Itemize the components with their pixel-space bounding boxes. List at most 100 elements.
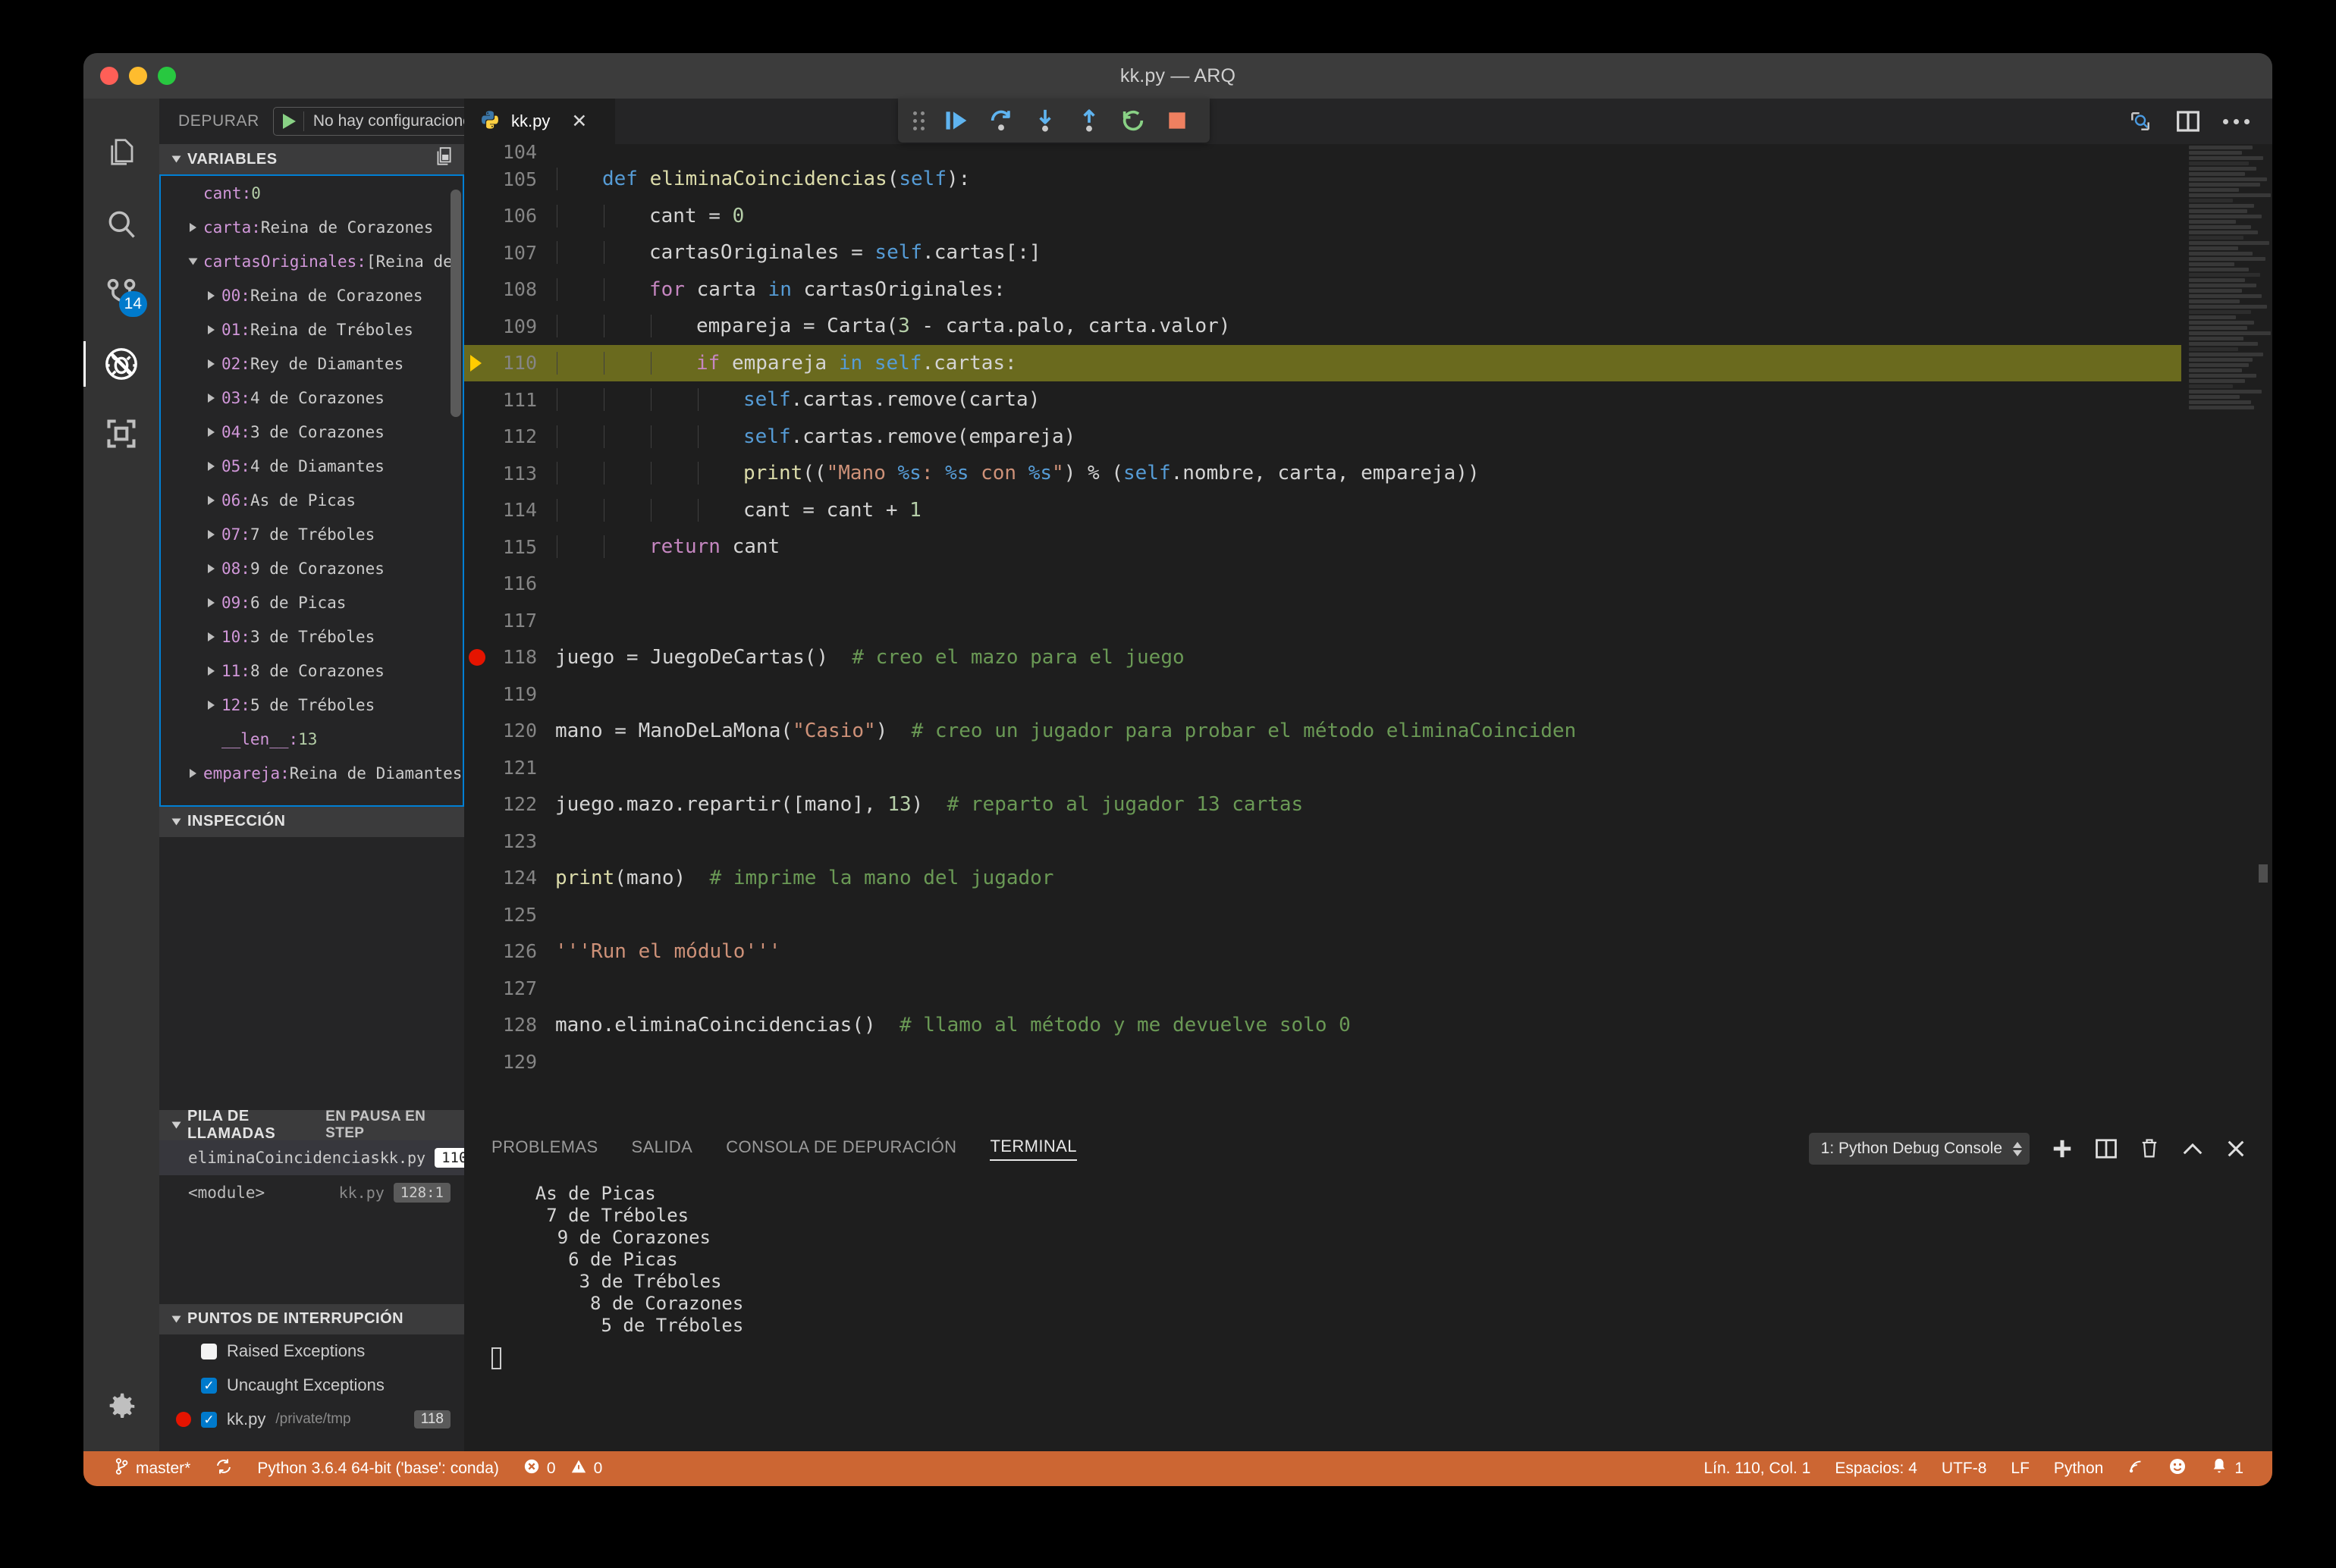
editor-tab-kk-py[interactable]: kk.py ✕ [464,99,616,144]
code-line[interactable]: 113 print(("Mano %s: %s con %s") % (self.… [464,455,2181,492]
activity-source-control[interactable]: 14 [83,259,159,329]
chevron-right-icon[interactable] [208,597,215,607]
code-line[interactable]: 115 return cant [464,528,2181,566]
play-icon[interactable] [282,114,296,129]
breakpoint-checkbox[interactable] [201,1343,217,1359]
trash-icon[interactable] [2139,1137,2160,1160]
activity-search[interactable] [83,190,159,259]
code-line[interactable]: 117 [464,602,2181,639]
breakpoint-row[interactable]: Raised Exceptions [159,1334,464,1369]
chevron-right-icon[interactable] [208,427,215,437]
variable-row[interactable]: 02: Rey de Diamantes [161,347,463,381]
status-feedback[interactable] [2156,1457,2199,1480]
activity-settings[interactable] [83,1381,159,1451]
variable-row[interactable]: 12: 5 de Tréboles [161,688,463,722]
variable-row[interactable]: 09: 6 de Picas [161,585,463,619]
variable-row[interactable]: 08: 9 de Corazones [161,551,463,585]
code-line[interactable]: 127 [464,970,2181,1007]
variable-row[interactable]: empareja: Reina de Diamantes [161,756,463,790]
breakpoints-section-header[interactable]: PUNTOS DE INTERRUPCIÓN [159,1303,464,1334]
panel-tab-problemas[interactable]: PROBLEMAS [491,1137,598,1160]
status-language[interactable]: Python [2042,1460,2115,1478]
chevron-right-icon[interactable] [190,222,196,232]
code-line[interactable]: 129 [464,1043,2181,1080]
plus-icon[interactable] [2051,1137,2074,1160]
code-line[interactable]: 106 cant = 0 [464,198,2181,235]
status-broadcast[interactable] [2115,1458,2156,1479]
variable-row[interactable]: carta: Reina de Corazones [161,210,463,244]
variable-row[interactable]: __len__: 13 [161,722,463,756]
status-indentation[interactable]: Espacios: 4 [1823,1460,1929,1478]
grip-icon[interactable] [903,111,935,130]
code-line[interactable]: 119 [464,676,2181,713]
close-icon[interactable] [2225,1138,2247,1159]
editor-scrollbar[interactable] [2259,864,2268,883]
chevron-right-icon[interactable] [208,632,215,641]
code-line[interactable]: 128 mano.eliminaCoincidencias() # llamo a… [464,1007,2181,1044]
variable-row[interactable]: 00: Reina de Corazones [161,278,463,312]
code-line[interactable]: 125 [464,896,2181,933]
code-line[interactable]: 116 [464,566,2181,603]
code-line[interactable]: 110 if empareja in self.cartas: [464,344,2181,381]
code-editor[interactable]: 104 105 def eliminaCoincidencias(self): 10… [464,144,2272,1125]
close-icon[interactable]: ✕ [571,111,587,131]
breakpoint-checkbox[interactable]: ✓ [201,1411,217,1428]
code-line[interactable]: 126 '''Run el módulo''' [464,933,2181,971]
code-line[interactable]: 114 cant = cant + 1 [464,492,2181,529]
watch-section-header[interactable]: INSPECCIÓN [159,806,464,837]
variables-scrollbar[interactable] [451,190,461,417]
variable-row[interactable]: 06: As de Picas [161,483,463,517]
activity-debug[interactable] [83,329,159,399]
code-line[interactable]: 118 juego = JuegoDeCartas() # creo el maz… [464,639,2181,676]
variable-row[interactable]: 04: 3 de Corazones [161,415,463,449]
terminal-output[interactable]: As de Picas 7 de Tréboles 9 de Corazones… [464,1172,2272,1451]
code-line[interactable]: 108 for carta in cartasOriginales: [464,271,2181,309]
step-out-button[interactable] [1067,99,1111,143]
watch-list[interactable] [159,836,464,1110]
variable-row[interactable]: 10: 3 de Tréboles [161,619,463,654]
split-icon[interactable] [2095,1138,2118,1159]
panel-tab-salida[interactable]: SALIDA [632,1137,693,1160]
chevron-right-icon[interactable] [208,529,215,539]
code-line[interactable]: 107 cartasOriginales = self.cartas[:] [464,234,2181,271]
status-interpreter[interactable]: Python 3.6.4 64-bit ('base': conda) [245,1460,511,1478]
variable-row[interactable]: 11: 8 de Corazones [161,654,463,688]
breakpoint-checkbox[interactable]: ✓ [201,1377,217,1394]
split-editor-icon[interactable] [2176,110,2200,133]
chevron-down-icon[interactable] [188,258,198,265]
open-changes-icon[interactable] [2127,109,2153,133]
callstack-row[interactable]: <module> kk.py 128:1 [159,1175,464,1210]
chevron-right-icon[interactable] [208,495,215,505]
panel-tab-terminal[interactable]: TERMINAL [990,1137,1077,1161]
breakpoints-list[interactable]: Raised Exceptions ✓ Uncaught Exceptions ✓ kk… [159,1334,464,1451]
variable-row[interactable]: 03: 4 de Corazones [161,381,463,415]
variables-section-header[interactable]: VARIABLES [159,144,464,174]
chevron-right-icon[interactable] [208,461,215,471]
copy-all-icon[interactable] [434,146,454,172]
callstack-list[interactable]: eliminaCoincidencias kk.py 110:1 <module> kk… [159,1140,492,1304]
terminal-selector[interactable]: 1: Python Debug Console [1808,1133,2030,1165]
ellipsis-icon[interactable] [2223,118,2250,124]
breakpoint-marker-icon[interactable] [469,648,485,666]
status-branch[interactable]: master* [102,1457,203,1480]
variable-row[interactable]: 01: Reina de Tréboles [161,312,463,347]
variables-list[interactable]: cant: 0 carta: Reina de Corazones cartasOr… [159,174,464,807]
code-line[interactable]: 111 self.cartas.remove(carta) [464,381,2181,419]
chevron-right-icon[interactable] [208,563,215,573]
chevron-right-icon[interactable] [208,290,215,300]
variable-row[interactable]: 05: 4 de Diamantes [161,449,463,483]
code-line[interactable]: 122 juego.mazo.repartir([mano], 13) # rep… [464,786,2181,823]
status-cursor-position[interactable]: Lín. 110, Col. 1 [1691,1460,1823,1478]
status-problems[interactable]: 0 0 [511,1458,614,1479]
activity-extensions[interactable] [83,399,159,469]
status-notifications[interactable]: 1 [2199,1457,2256,1480]
code-line[interactable]: 124 print(mano) # imprime la mano del jug… [464,860,2181,897]
chevron-right-icon[interactable] [208,325,215,334]
chevron-right-icon[interactable] [208,393,215,403]
code-line[interactable]: 112 self.cartas.remove(empareja) [464,419,2181,456]
breakpoint-row[interactable]: ✓ kk.py/private/tmp 118 [159,1403,464,1437]
callstack-section-header[interactable]: PILA DE LLAMADAS EN PAUSA EN STEP [159,1108,464,1142]
code-line[interactable]: 121 [464,749,2181,786]
code-line[interactable]: 123 [464,823,2181,860]
minimap[interactable] [2181,144,2272,1125]
